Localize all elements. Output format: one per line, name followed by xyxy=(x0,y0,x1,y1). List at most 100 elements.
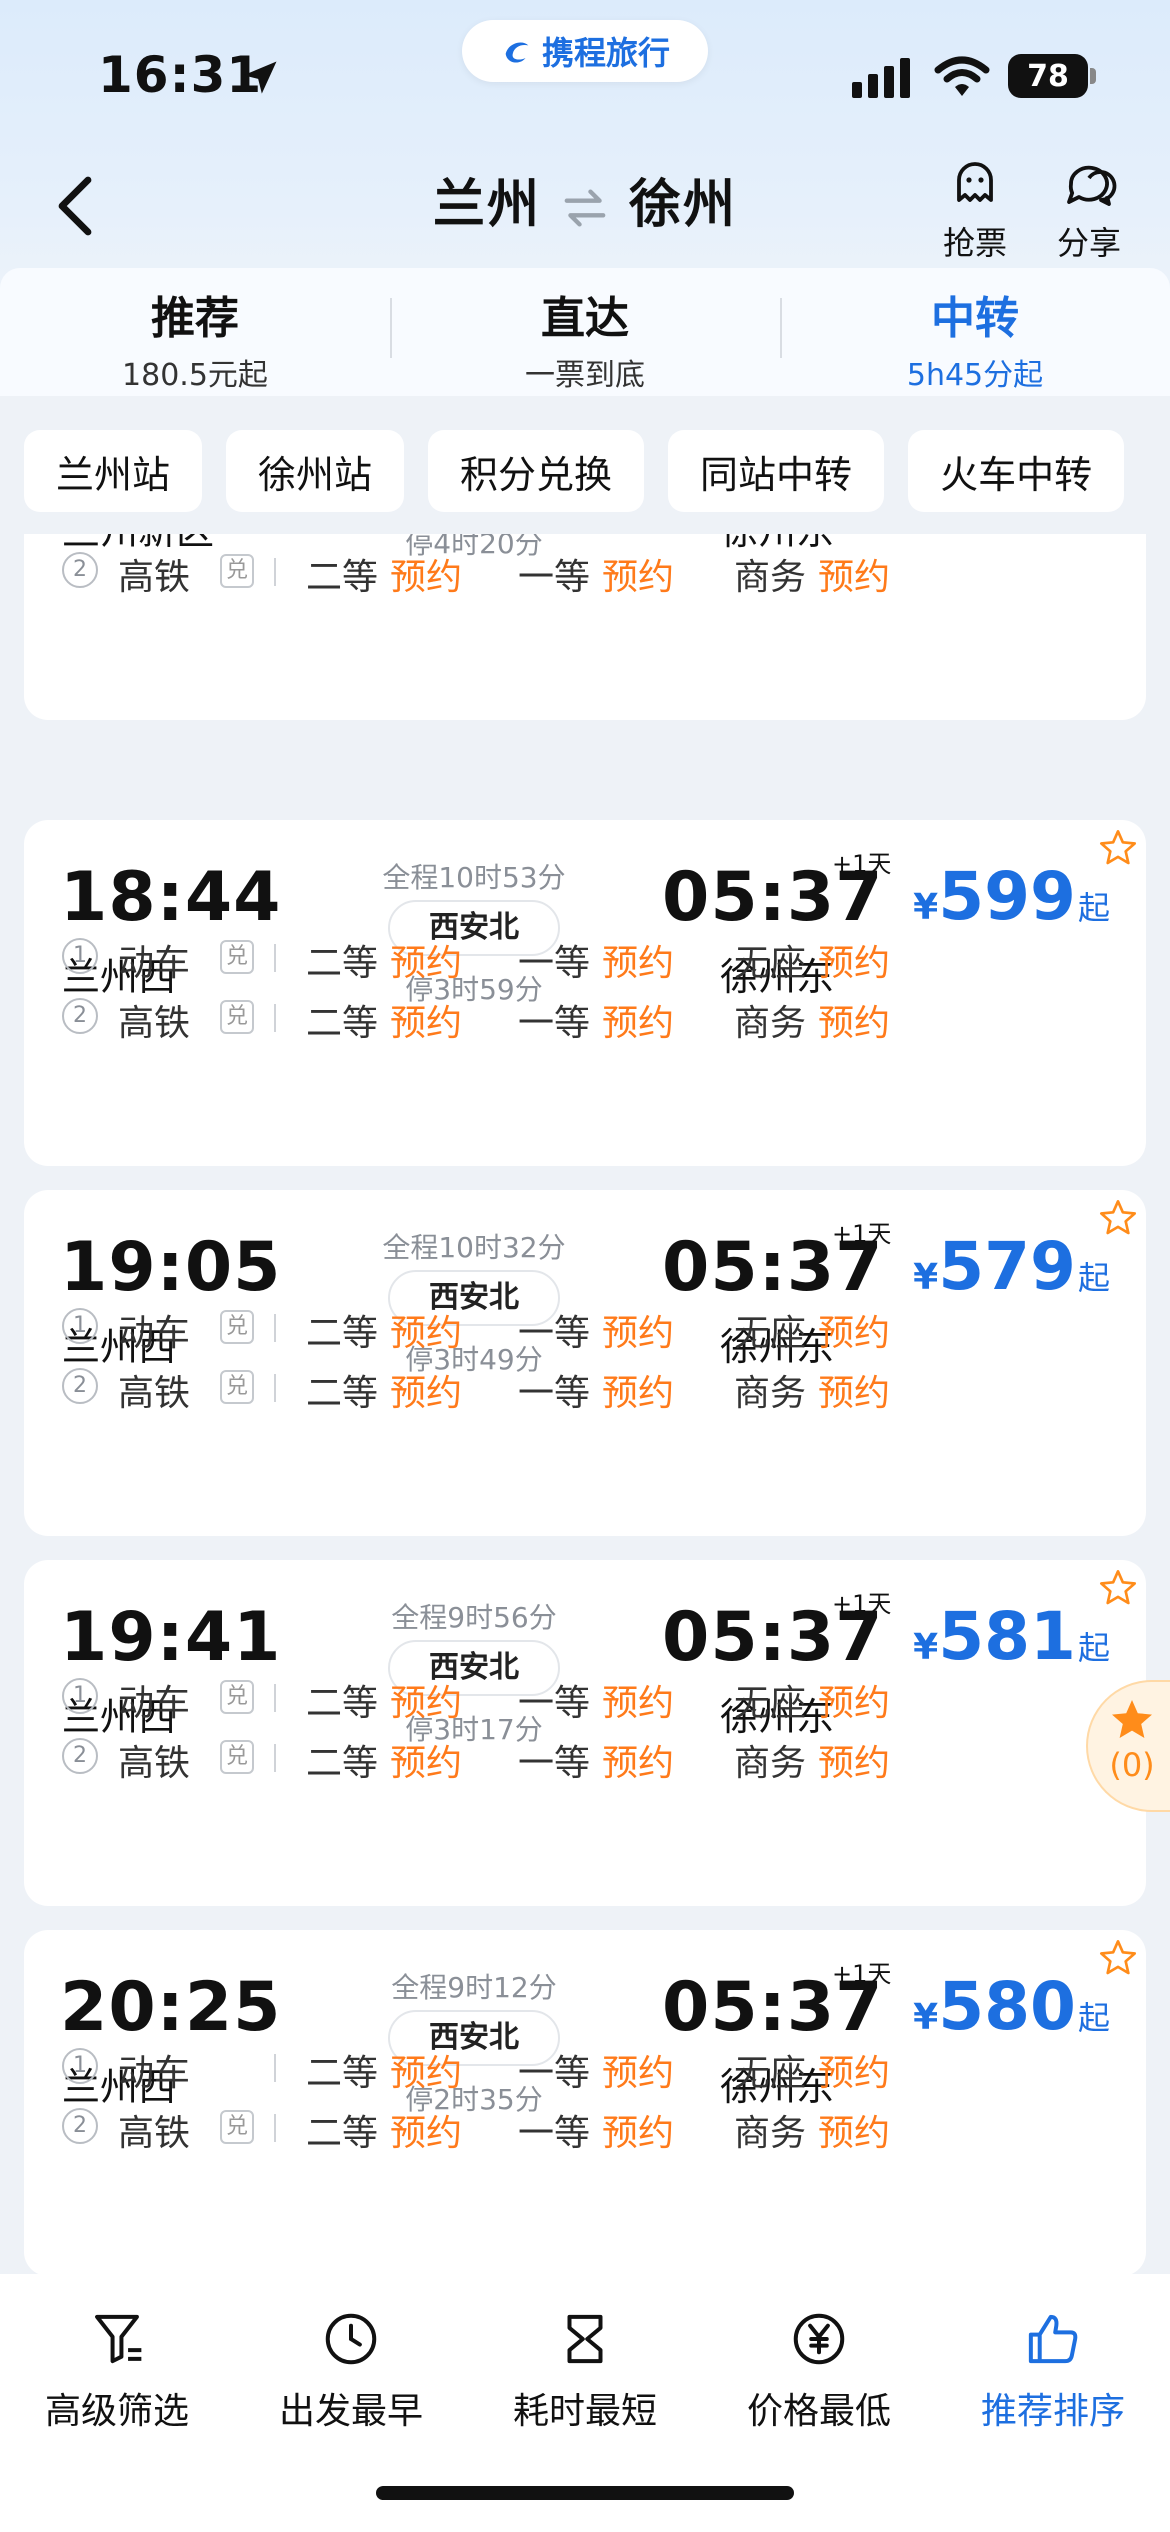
seat-class[interactable]: 一等预约 xyxy=(518,934,674,986)
price: ¥581起 xyxy=(913,1598,1110,1675)
chip-points-exchange[interactable]: 积分兑换 xyxy=(428,430,645,512)
share-button[interactable]: 分享 xyxy=(1034,156,1144,264)
seat-class[interactable]: 商务 预约 xyxy=(734,2104,890,2156)
reserve-link[interactable]: 预约 xyxy=(602,2113,674,2154)
seat-class[interactable]: 二等预约 xyxy=(306,548,462,600)
transfer-card[interactable]: 19:41 兰州西 全程9时56分 西安北 停3时17分 05:37 +1天 徐州东 ¥581起… xyxy=(24,1560,1146,1906)
sort-advanced-filter[interactable]: 高级筛选 xyxy=(0,2308,234,2464)
seat-class[interactable]: 一等预约 xyxy=(518,1364,674,1416)
reserve-link[interactable]: 预约 xyxy=(602,1373,674,1414)
seat-class[interactable]: 商务 预约 xyxy=(734,548,890,600)
reserve-link[interactable]: 预约 xyxy=(390,1313,462,1354)
reserve-link[interactable]: 预约 xyxy=(390,2053,462,2094)
reserve-link[interactable]: 预约 xyxy=(818,1003,890,1044)
seat-class[interactable]: 无座预约 xyxy=(734,1674,890,1726)
star-outline-icon[interactable] xyxy=(1098,1568,1138,1608)
reserve-link[interactable]: 预约 xyxy=(818,1373,890,1414)
seat-class[interactable]: 二等预约 xyxy=(306,534,462,540)
seat-class[interactable]: 商务 预约 xyxy=(734,1364,890,1416)
points-exchange-badge: 兑 xyxy=(220,1000,254,1034)
reserve-link[interactable]: 预约 xyxy=(602,557,674,598)
reserve-link[interactable]: 预约 xyxy=(602,2053,674,2094)
seat-class[interactable]: 无座预约 xyxy=(734,1304,890,1356)
reserve-link[interactable]: 预约 xyxy=(818,2053,890,2094)
seat-class[interactable]: 商务 预约 xyxy=(734,994,890,1046)
tab-transfer[interactable]: 中转 5h45分起 xyxy=(780,268,1170,396)
seat-class[interactable]: 二等预约 xyxy=(306,1734,462,1786)
price: ¥599起 xyxy=(913,858,1110,935)
reserve-link[interactable]: 预约 xyxy=(818,557,890,598)
reserve-link[interactable]: 预约 xyxy=(390,1373,462,1414)
reserve-link[interactable]: 预约 xyxy=(818,1683,890,1724)
reserve-link[interactable]: 预约 xyxy=(602,1003,674,1044)
train-type: 动车 xyxy=(118,2053,191,2094)
seat-class[interactable]: 无座预约 xyxy=(734,534,890,540)
points-exchange-badge: 兑 xyxy=(220,2110,254,2144)
transfer-card[interactable]: 20:25 兰州西 全程9时12分 西安北 停2时35分 05:37 +1天 徐州东 ¥580起… xyxy=(24,1930,1146,2274)
chip-train-transfer[interactable]: 火车中转 xyxy=(908,430,1125,512)
seat-class[interactable]: 一等预约 xyxy=(518,534,674,540)
grab-ticket-button[interactable]: 抢票 xyxy=(920,156,1030,264)
seat-class-name: 无座 xyxy=(734,943,807,984)
sort-shortest-duration[interactable]: 耗时最短 xyxy=(468,2308,702,2464)
seat-class[interactable]: 二等预约 xyxy=(306,934,462,986)
seat-class[interactable]: 二等预约 xyxy=(306,1304,462,1356)
reserve-link[interactable]: 预约 xyxy=(602,534,674,538)
reserve-link[interactable]: 预约 xyxy=(390,2113,462,2154)
sort-lowest-price[interactable]: 价格最低 xyxy=(702,2308,936,2464)
seat-class[interactable]: 二等预约 xyxy=(306,1364,462,1416)
seat-class-name: 商务 xyxy=(734,1743,807,1784)
reserve-link[interactable]: 预约 xyxy=(602,943,674,984)
seat-class[interactable]: 二等预约 xyxy=(306,2044,462,2096)
chip-same-station-transfer[interactable]: 同站中转 xyxy=(668,430,885,512)
seat-class[interactable]: 二等预约 xyxy=(306,994,462,1046)
seat-class[interactable]: 无座预约 xyxy=(734,2044,890,2096)
reserve-link[interactable]: 预约 xyxy=(602,1313,674,1354)
seat-class[interactable]: 二等预约 xyxy=(306,1674,462,1726)
transfer-card[interactable]: 18:44 兰州西 全程10时53分 西安北 停3时59分 05:37 +1天 徐州东 ¥599… xyxy=(24,820,1146,1166)
grab-ticket-label: 抢票 xyxy=(942,224,1007,262)
seat-class[interactable]: 一等预约 xyxy=(518,1304,674,1356)
swap-arrows-icon[interactable] xyxy=(563,188,607,228)
reserve-link[interactable]: 预约 xyxy=(602,1683,674,1724)
reserve-link[interactable]: 预约 xyxy=(602,1743,674,1784)
reserve-link[interactable]: 预约 xyxy=(818,2113,890,2154)
seat-class-name: 一等 xyxy=(518,943,591,984)
reserve-link[interactable]: 预约 xyxy=(390,943,462,984)
star-outline-icon[interactable] xyxy=(1098,828,1138,868)
tab-recommended[interactable]: 推荐 180.5元起 xyxy=(0,268,390,396)
chip-xuzhou-station[interactable]: 徐州站 xyxy=(226,430,405,512)
transfer-card[interactable]: 17:34兰州新区西安北停4时20分05:37徐州东¥581.5起1动车兑二等预… xyxy=(24,534,1146,720)
reserve-link[interactable]: 预约 xyxy=(390,534,462,538)
departure-time: 18:44 xyxy=(60,858,282,937)
tab-direct[interactable]: 直达 一票到底 xyxy=(390,268,780,396)
reserve-link[interactable]: 预约 xyxy=(818,943,890,984)
sort-recommended[interactable]: 推荐排序 xyxy=(936,2308,1170,2464)
seat-class[interactable]: 无座预约 xyxy=(734,934,890,986)
reserve-link[interactable]: 预约 xyxy=(818,1313,890,1354)
star-outline-icon[interactable] xyxy=(1098,1198,1138,1238)
reserve-link[interactable]: 预约 xyxy=(390,1003,462,1044)
reserve-link[interactable]: 预约 xyxy=(818,534,890,538)
points-exchange-badge: 兑 xyxy=(220,1370,254,1404)
battery-tip xyxy=(1090,68,1096,84)
reserve-link[interactable]: 预约 xyxy=(818,1743,890,1784)
points-exchange-badge: 兑 xyxy=(220,554,254,588)
seat-class[interactable]: 商务 预约 xyxy=(734,1734,890,1786)
star-outline-icon[interactable] xyxy=(1098,1938,1138,1978)
seat-class[interactable]: 一等预约 xyxy=(518,2044,674,2096)
reserve-link[interactable]: 预约 xyxy=(390,557,462,598)
seat-class[interactable]: 一等预约 xyxy=(518,2104,674,2156)
reserve-link[interactable]: 预约 xyxy=(390,1743,462,1784)
total-duration: 全程10时53分 xyxy=(382,861,566,894)
sort-earliest-departure[interactable]: 出发最早 xyxy=(234,2308,468,2464)
sort-label: 价格最低 xyxy=(746,2391,891,2432)
seat-class[interactable]: 一等预约 xyxy=(518,994,674,1046)
seat-class[interactable]: 一等预约 xyxy=(518,1734,674,1786)
transfer-card[interactable]: 19:05 兰州西 全程10时32分 西安北 停3时49分 05:37 +1天 徐州东 ¥579… xyxy=(24,1190,1146,1536)
reserve-link[interactable]: 预约 xyxy=(390,1683,462,1724)
seat-class[interactable]: 二等预约 xyxy=(306,2104,462,2156)
seat-class[interactable]: 一等预约 xyxy=(518,548,674,600)
seat-class[interactable]: 一等预约 xyxy=(518,1674,674,1726)
chip-lanzhou-station[interactable]: 兰州站 xyxy=(24,430,203,512)
